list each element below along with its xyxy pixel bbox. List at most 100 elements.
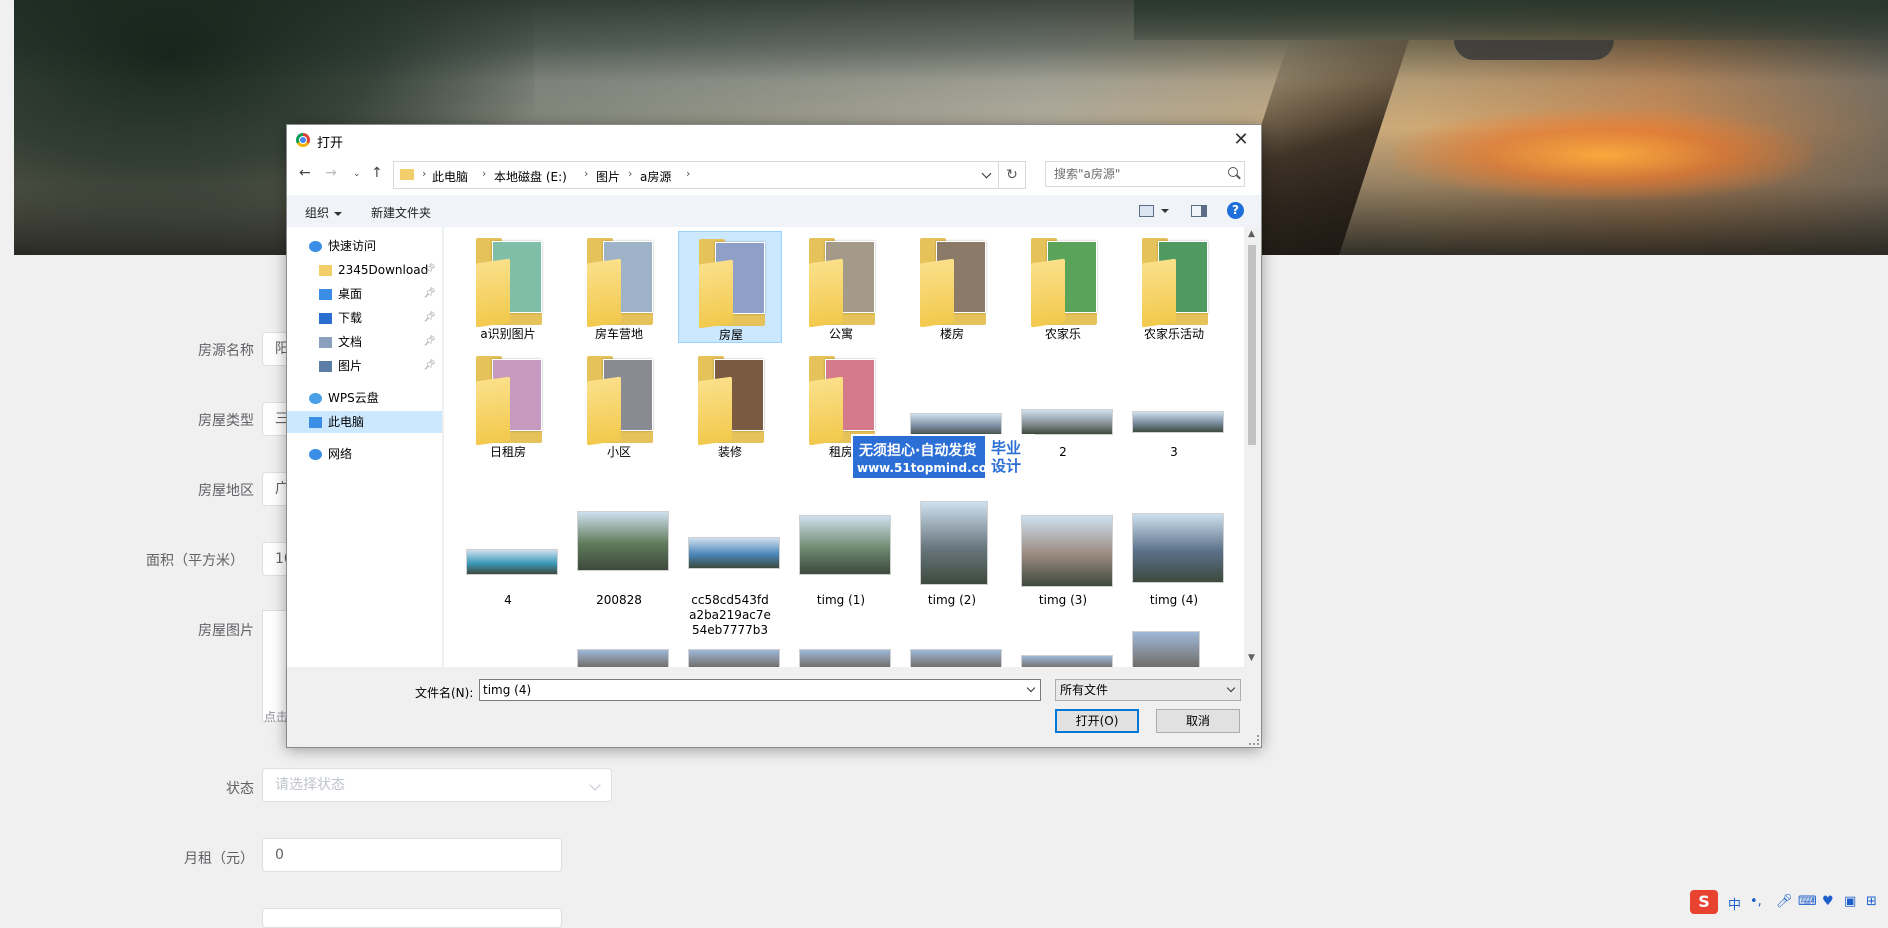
microphone-icon[interactable]: 🎤︎ (1776, 894, 1793, 909)
sidebar-item[interactable]: 网络 (287, 443, 442, 465)
chevron-down-icon[interactable] (981, 168, 992, 179)
preview-pane-icon[interactable] (1191, 205, 1207, 217)
sidebar-item-label: 网络 (328, 447, 353, 461)
scroll-up-icon[interactable]: ▲ (1248, 229, 1255, 239)
image-thumbnail[interactable] (910, 649, 1002, 667)
skin-icon[interactable]: ♥︎ (1822, 894, 1834, 909)
sidebar-item[interactable]: 图片 📌︎ (287, 355, 442, 377)
ime-mode[interactable]: 中 (1728, 894, 1741, 913)
up-arrow-icon[interactable]: ↑ (371, 165, 383, 181)
sidebar-item[interactable]: 下载 📌︎ (287, 307, 442, 329)
file-item[interactable]: timg (4) (1122, 497, 1226, 609)
sidebar-item[interactable]: 2345Download 📌︎ (287, 259, 442, 281)
vertical-scrollbar[interactable]: ▲ ▼ (1244, 227, 1260, 667)
sidebar-item[interactable]: 快速访问 (287, 235, 442, 257)
file-item[interactable]: 3 (1122, 349, 1226, 461)
keyboard-icon[interactable]: ⌨︎ (1798, 894, 1817, 909)
file-item[interactable]: timg (2) (900, 497, 1004, 609)
folder-item[interactable]: 日租房 (456, 349, 560, 461)
dialog-titlebar[interactable]: 打开 ✕ (287, 125, 1261, 155)
breadcrumb-separator: › (584, 167, 589, 180)
view-mode-icon[interactable] (1139, 205, 1154, 217)
folder-item[interactable]: 农家乐 (1011, 231, 1115, 343)
sidebar-item[interactable]: WPS云盘 (287, 387, 442, 409)
back-arrow-icon[interactable]: ← (299, 165, 311, 181)
sidebar-item-label: 2345Download (338, 263, 429, 277)
forward-arrow-icon[interactable]: → (325, 165, 337, 181)
folder-front (698, 376, 732, 446)
image-thumbnail[interactable] (577, 649, 669, 667)
pin-icon[interactable]: 📌︎ (423, 283, 436, 305)
folder-item[interactable]: 装修 (678, 349, 782, 461)
open-button[interactable]: 打开(O) (1055, 709, 1139, 733)
file-item[interactable]: timg (3) (1011, 497, 1115, 609)
organize-menu[interactable]: 组织 (305, 204, 343, 221)
breadcrumb-this-pc[interactable]: 此电脑 (432, 168, 468, 185)
computer-icon (309, 417, 322, 428)
pin-icon[interactable]: 📌︎ (423, 355, 436, 377)
scroll-down-icon[interactable]: ▼ (1248, 653, 1255, 663)
folder-item[interactable]: 公寓 (789, 231, 893, 343)
folder-item[interactable]: 小区 (567, 349, 671, 461)
sidebar-item[interactable]: 桌面 📌︎ (287, 283, 442, 305)
folder-front (699, 259, 733, 329)
search-input[interactable]: 搜索"a房源" (1045, 161, 1245, 187)
file-name: 农家乐活动 (1143, 327, 1204, 341)
pin-icon[interactable]: 📌︎ (423, 259, 436, 281)
resize-grip-icon[interactable] (1249, 735, 1259, 745)
refresh-button[interactable]: ↻ (999, 161, 1026, 189)
sidebar-item-label: 桌面 (338, 287, 363, 301)
label-images: 房屋图片 (198, 623, 254, 639)
folder-item[interactable]: a识别图片 (456, 231, 560, 343)
file-item[interactable]: 200828 (567, 497, 671, 609)
breadcrumb-disk-e[interactable]: 本地磁盘 (E:) (494, 168, 567, 185)
image-thumbnail (1021, 409, 1113, 435)
ime-punctuation[interactable]: •, (1750, 894, 1762, 909)
file-item[interactable]: timg (1) (789, 497, 893, 609)
file-name: 楼房 (939, 327, 964, 341)
folder-front (809, 376, 843, 446)
pin-icon[interactable]: 📌︎ (423, 331, 436, 353)
grid-icon[interactable]: ⊞ (1866, 894, 1877, 909)
sogou-logo-icon[interactable]: S (1690, 890, 1718, 914)
image-thumbnail (799, 515, 891, 575)
pin-icon[interactable]: 📌︎ (423, 307, 436, 329)
file-item[interactable]: cc58cd543fda2ba219ac7e54eb7777b3 (678, 497, 782, 637)
network-icon (309, 449, 322, 460)
file-type-select[interactable]: 所有文件 (1055, 679, 1241, 701)
watermark-line1: 无须担心·自动发货 (859, 443, 977, 459)
help-icon[interactable]: ? (1227, 202, 1244, 219)
folder-item[interactable]: 农家乐活动 (1122, 231, 1226, 343)
close-button[interactable]: ✕ (1221, 125, 1261, 155)
caret-down-icon (334, 211, 343, 216)
breadcrumb-separator: › (482, 167, 487, 180)
label-rent: 月租（元） (184, 851, 254, 867)
image-thumbnail[interactable] (1021, 655, 1113, 667)
address-bar[interactable]: › 此电脑 › 本地磁盘 (E:) › 图片 › a房源 › (393, 161, 999, 189)
toolbox-icon[interactable]: ▣ (1844, 894, 1856, 909)
image-thumbnail[interactable] (799, 649, 891, 667)
recent-locations-icon[interactable]: ⌄ (353, 169, 361, 179)
filename-input[interactable]: timg (4) (479, 679, 1041, 701)
image-thumbnail[interactable] (688, 649, 780, 667)
folder-item[interactable]: 房车营地 (567, 231, 671, 343)
status-select[interactable]: 请选择状态 (262, 768, 612, 802)
cancel-button[interactable]: 取消 (1156, 709, 1240, 733)
rent-input[interactable]: 0 (262, 838, 562, 872)
breadcrumb-a-fangyuan[interactable]: a房源 (640, 168, 671, 185)
next-input[interactable] (262, 908, 562, 928)
folder-item[interactable]: 房屋 (678, 231, 782, 343)
dialog-footer: 文件名(N): timg (4) 所有文件 打开(O) 取消 (287, 667, 1261, 747)
image-thumbnail (1132, 411, 1224, 433)
sidebar-item[interactable]: 此电脑 (287, 411, 442, 433)
new-folder-button[interactable]: 新建文件夹 (371, 204, 431, 221)
caret-down-icon[interactable] (1161, 209, 1169, 213)
scroll-thumb[interactable] (1248, 245, 1256, 445)
desktop-icon (319, 289, 332, 300)
file-item[interactable]: 4 (456, 497, 560, 609)
image-thumbnail[interactable] (1132, 631, 1200, 667)
folder-item[interactable]: 楼房 (900, 231, 1004, 343)
chevron-down-icon[interactable] (1026, 683, 1036, 693)
breadcrumb-pictures[interactable]: 图片 (596, 168, 620, 185)
sidebar-item[interactable]: 文档 📌︎ (287, 331, 442, 353)
